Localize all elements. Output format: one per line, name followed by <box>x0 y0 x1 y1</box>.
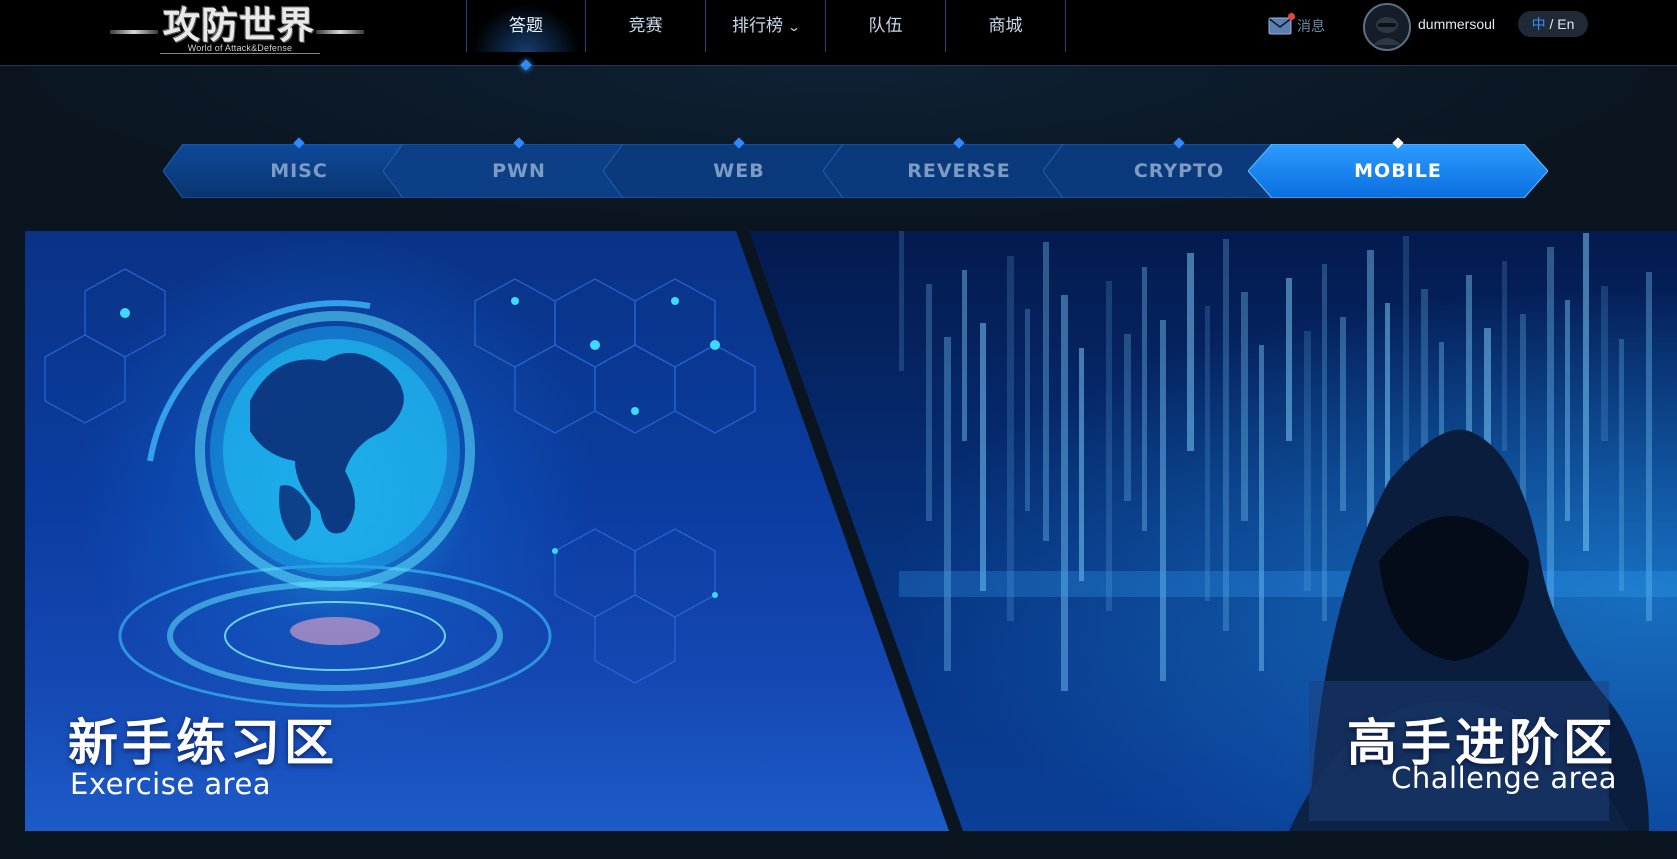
exercise-area-subtitle: Exercise area <box>70 767 272 801</box>
code-rain-streak <box>1322 264 1327 621</box>
code-rain-streak <box>1304 331 1311 591</box>
nav-item-label: 商城 <box>988 16 1023 35</box>
code-rain-streak <box>926 284 932 521</box>
code-rain-streak <box>1079 348 1084 581</box>
code-rain-streak <box>1160 320 1166 681</box>
exercise-area-title: 新手练习区 <box>68 714 338 772</box>
code-rain-streak <box>1403 236 1409 461</box>
username[interactable]: dummersoul <box>1418 16 1495 32</box>
logo-wing-left <box>110 30 158 34</box>
code-rain-streak <box>1061 295 1068 691</box>
code-rain-streak <box>944 337 951 671</box>
code-rain-streak <box>1187 253 1194 451</box>
code-rain-streak <box>1367 250 1374 541</box>
chevron-down-icon: ⌄ <box>786 20 802 34</box>
code-rain-streak <box>1025 309 1030 511</box>
code-rain-streak <box>1259 345 1264 671</box>
logo-subtitle: World of Attack&Defense <box>160 43 320 54</box>
code-rain-streak <box>1646 272 1652 621</box>
messages-link[interactable]: 消息 <box>1268 13 1325 37</box>
language-switcher: 中 / En <box>1518 11 1588 37</box>
code-rain-streak <box>1241 292 1248 521</box>
code-rain-streak <box>962 270 967 441</box>
lang-zh-option[interactable]: 中 <box>1532 16 1546 32</box>
nav-item-label: 答题 <box>509 16 543 35</box>
nav-item-competition[interactable]: 竞赛 <box>586 0 706 52</box>
nav-item-label: 排行榜 <box>731 16 783 35</box>
logo-title: 攻防世界 <box>163 3 315 47</box>
area-panels: 新手练习区 Exercise area 高手进阶区 Challenge area <box>25 231 1677 831</box>
mail-icon <box>1268 13 1295 35</box>
nav-item-leaderboard[interactable]: 排行榜 ⌄ <box>706 0 826 52</box>
nav-item-challenges[interactable]: 答题 <box>466 0 586 52</box>
code-rain-streak <box>1007 256 1014 621</box>
code-rain-streak <box>1583 233 1589 551</box>
code-rain-streak <box>1286 278 1292 441</box>
nav-item-store[interactable]: 商城 <box>946 0 1066 52</box>
tab-label: MOBILE <box>1354 160 1442 182</box>
code-rain-streak <box>899 231 904 371</box>
user-avatar-icon[interactable] <box>1363 3 1411 51</box>
code-rain-streak <box>1502 261 1507 451</box>
code-rain-streak <box>1043 242 1049 541</box>
code-rain-streak <box>1601 286 1608 441</box>
unread-dot <box>1288 13 1295 20</box>
category-tabs: MISC PWN WEB REVERSE CRYPTO MOBILE <box>163 137 1548 200</box>
lang-separator: / <box>1545 16 1558 32</box>
code-rain-streak <box>1205 306 1210 601</box>
main-nav: 答题 竞赛 排行榜 ⌄ 队伍 商城 <box>466 0 1066 66</box>
tab-mobile[interactable]: MOBILE <box>1248 137 1548 198</box>
code-rain-streak <box>1124 334 1131 501</box>
challenge-area-subtitle: Challenge area <box>1391 761 1617 795</box>
messages-label: 消息 <box>1297 18 1325 34</box>
top-navbar: 攻防世界 World of Attack&Defense 答题 竞赛 排行榜 ⌄ … <box>0 0 1677 71</box>
nav-item-label: 竞赛 <box>628 16 663 35</box>
code-rain-streak <box>1142 267 1147 531</box>
nav-item-team[interactable]: 队伍 <box>826 0 946 52</box>
code-rain-streak <box>1565 300 1570 521</box>
nav-item-label: 队伍 <box>868 16 903 35</box>
code-rain-streak <box>1340 317 1346 511</box>
site-logo[interactable]: 攻防世界 World of Attack&Defense <box>110 3 364 57</box>
lang-en-option[interactable]: En <box>1557 16 1574 32</box>
code-rain-streak <box>980 323 986 591</box>
code-rain-streak <box>1619 339 1624 591</box>
code-rain-streak <box>1106 281 1112 611</box>
